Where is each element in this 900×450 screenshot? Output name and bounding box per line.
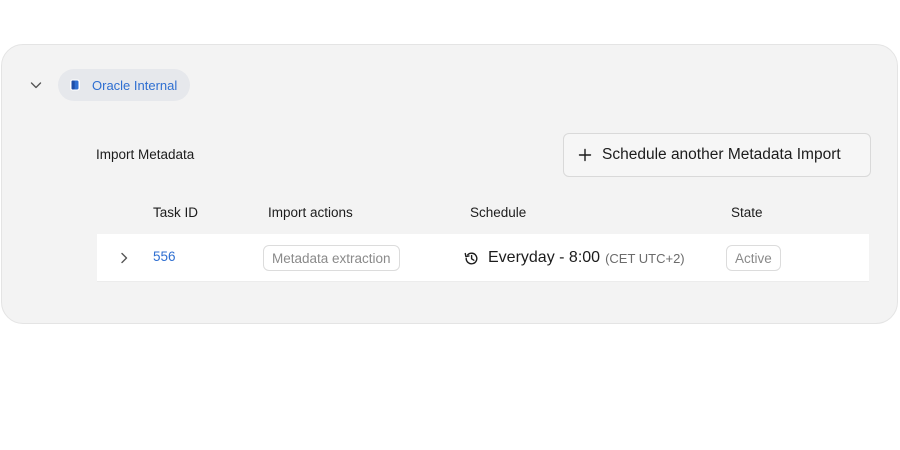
row-expand-toggle[interactable] xyxy=(116,250,132,266)
schedule-import-button[interactable]: Schedule another Metadata Import xyxy=(563,133,871,177)
schedule-cell: Everyday - 8:00 (CET UTC+2) xyxy=(463,234,685,282)
schedule-text: Everyday - 8:00 xyxy=(488,249,601,266)
database-icon xyxy=(68,78,82,92)
source-chip[interactable]: Oracle Internal xyxy=(58,69,191,101)
collapse-toggle[interactable] xyxy=(28,77,44,93)
column-header-state: State xyxy=(731,205,763,220)
schedule-timezone: (CET UTC+2) xyxy=(605,250,685,266)
column-header-import-actions: Import actions xyxy=(268,205,353,220)
section-title: Import Metadata xyxy=(96,147,195,162)
table-row[interactable]: 556 Metadata extraction Everyday - 8:00 … xyxy=(97,234,869,282)
column-header-task-id: Task ID xyxy=(153,205,199,220)
history-icon xyxy=(463,250,480,267)
chevron-down-icon xyxy=(30,82,42,89)
task-id-link[interactable]: 556 xyxy=(153,249,176,264)
schedule-import-label: Schedule another Metadata Import xyxy=(602,146,841,163)
plus-icon xyxy=(578,148,592,162)
source-name: Oracle Internal xyxy=(92,77,178,93)
import-panel: Oracle Internal Import Metadata Schedule… xyxy=(1,44,898,324)
column-header-schedule: Schedule xyxy=(470,205,527,220)
chevron-right-icon xyxy=(121,252,128,264)
import-action-tag: Metadata extraction xyxy=(263,245,400,271)
state-badge: Active xyxy=(726,245,781,271)
